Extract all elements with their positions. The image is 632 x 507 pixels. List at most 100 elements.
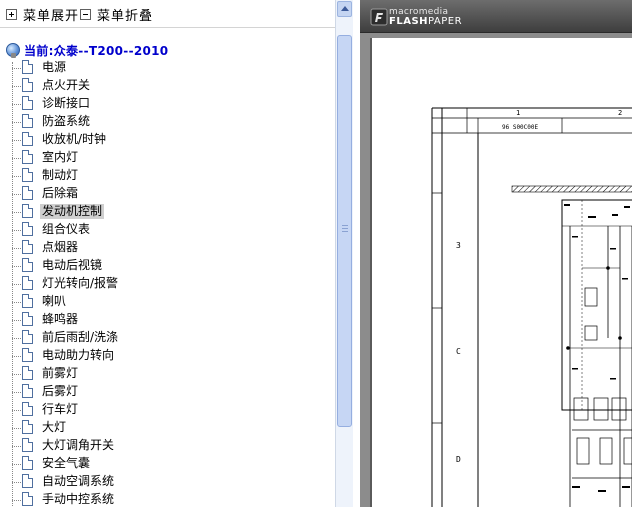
tree-item[interactable]: 电动后视镜 — [0, 257, 335, 275]
scrollbar-thumb[interactable] — [337, 35, 352, 427]
tree-item-label: 室内灯 — [42, 150, 79, 164]
tree-item-label: 收放机/时钟 — [42, 132, 107, 146]
document-icon — [22, 402, 33, 416]
collapse-menu-button[interactable]: 菜单折叠 — [80, 5, 154, 24]
document-icon — [22, 312, 33, 326]
row-label-d: D — [456, 455, 461, 464]
tree-item[interactable]: 蜂鸣器 — [0, 311, 335, 329]
flashpaper-viewer: macromedia FLASHPAPER 1 2 96 S00C00E 3 C… — [360, 0, 632, 507]
document-icon — [22, 132, 33, 146]
tree-branch-line — [12, 68, 21, 69]
tree-branch-line — [12, 392, 21, 393]
tree-item[interactable]: 前雾灯 — [0, 365, 335, 383]
tree-item-label: 电动助力转向 — [42, 348, 115, 362]
tree-branch-line — [12, 320, 21, 321]
document-icon — [22, 222, 33, 236]
scroll-up-arrow-icon[interactable] — [337, 1, 352, 17]
document-icon — [22, 258, 33, 272]
tree-item[interactable]: 自动空调系统 — [0, 473, 335, 491]
document-icon — [22, 150, 33, 164]
tree-branch-line — [12, 446, 21, 447]
row-label-c: C — [456, 347, 461, 356]
document-icon — [22, 492, 33, 506]
tree-item[interactable]: 手动中控系统 — [0, 491, 335, 507]
tree-branch-line — [12, 176, 21, 177]
brand-paper: PAPER — [428, 16, 463, 27]
tree-item-label: 前后雨刮/洗涤 — [42, 330, 119, 344]
col-label-2: 2 — [618, 109, 622, 117]
tree-item-label: 组合仪表 — [42, 222, 91, 236]
tree-branch-line — [12, 122, 21, 123]
tree-item[interactable]: 喇叭 — [0, 293, 335, 311]
tree-branch-line — [12, 212, 21, 213]
page-header-text: 96 S00C00E — [502, 124, 539, 131]
document-icon — [22, 240, 33, 254]
tree-item[interactable]: 制动灯 — [0, 167, 335, 185]
plus-box-icon — [6, 8, 17, 20]
tree-item[interactable]: 电源 — [0, 59, 335, 77]
tree-branch-line — [12, 266, 21, 267]
tree-item[interactable]: 灯光转向/报警 — [0, 275, 335, 293]
flashpaper-toolbar: macromedia FLASHPAPER — [360, 0, 632, 33]
tree-item[interactable]: 大灯调角开关 — [0, 437, 335, 455]
wiring-diagram: 1 2 96 S00C00E 3 C D — [431, 107, 632, 507]
document-icon — [22, 114, 33, 128]
tree-item-label: 灯光转向/报警 — [42, 276, 119, 290]
tree-item[interactable]: 电动助力转向 — [0, 347, 335, 365]
tree-scrollbar[interactable] — [335, 0, 353, 507]
tree-branch-line — [12, 482, 21, 483]
tree-branch-line — [12, 86, 21, 87]
tree-item[interactable]: 后除霜 — [0, 185, 335, 203]
tree-item[interactable]: 收放机/时钟 — [0, 131, 335, 149]
expand-menu-button[interactable]: 菜单展开 — [6, 5, 80, 24]
document-icon — [22, 474, 33, 488]
tree-item[interactable]: 点火开关 — [0, 77, 335, 95]
tree-branch-line — [12, 374, 21, 375]
tree-branch-line — [12, 464, 21, 465]
document-icon — [22, 204, 33, 218]
document-icon — [22, 456, 33, 470]
tree-item[interactable]: 组合仪表 — [0, 221, 335, 239]
tree-branch-line — [12, 104, 21, 105]
tree-root-label: 当前:众泰--T200--2010 — [24, 43, 169, 58]
document-icon — [22, 294, 33, 308]
tree-item[interactable]: 前后雨刮/洗涤 — [0, 329, 335, 347]
tree-item-label: 电动后视镜 — [42, 258, 103, 272]
flashpaper-logo-icon — [370, 8, 388, 26]
tree-item[interactable]: 室内灯 — [0, 149, 335, 167]
tree-branch-line — [12, 302, 21, 303]
tree-item-label: 行车灯 — [42, 402, 79, 416]
document-icon — [22, 96, 33, 110]
tree-item[interactable]: 发动机控制 — [0, 203, 335, 221]
collapse-menu-label: 菜单折叠 — [97, 8, 154, 24]
tree-item-label: 安全气囊 — [42, 456, 91, 470]
minus-box-icon — [80, 8, 91, 20]
tree-item-label: 大灯调角开关 — [42, 438, 115, 452]
tree-branch-line — [12, 428, 21, 429]
tree-branch-line — [12, 194, 21, 195]
tree-item-label: 制动灯 — [42, 168, 79, 182]
tree-branch-line — [12, 500, 21, 501]
tree-root[interactable]: 当前:众泰--T200--2010 — [6, 41, 168, 59]
expand-menu-label: 菜单展开 — [23, 8, 80, 24]
tree-item[interactable]: 诊断接口 — [0, 95, 335, 113]
tree-item-label: 前雾灯 — [42, 366, 79, 380]
tree-item[interactable]: 后雾灯 — [0, 383, 335, 401]
document-icon — [22, 78, 33, 92]
document-icon — [22, 276, 33, 290]
globe-icon — [6, 43, 20, 58]
tree-item-label: 后除霜 — [42, 186, 79, 200]
tree-item[interactable]: 安全气囊 — [0, 455, 335, 473]
tree-item[interactable]: 行车灯 — [0, 401, 335, 419]
tree-item[interactable]: 大灯 — [0, 419, 335, 437]
document-icon — [22, 330, 33, 344]
tree-item[interactable]: 点烟器 — [0, 239, 335, 257]
document-icon — [22, 168, 33, 182]
tree-branch-line — [12, 356, 21, 357]
document-icon — [22, 348, 33, 362]
tree-branch-line — [12, 230, 21, 231]
scrollbar-grip-icon — [342, 225, 348, 233]
tree-item-label: 后雾灯 — [42, 384, 79, 398]
tree-item[interactable]: 防盗系统 — [0, 113, 335, 131]
tree-branch-line — [12, 248, 21, 249]
